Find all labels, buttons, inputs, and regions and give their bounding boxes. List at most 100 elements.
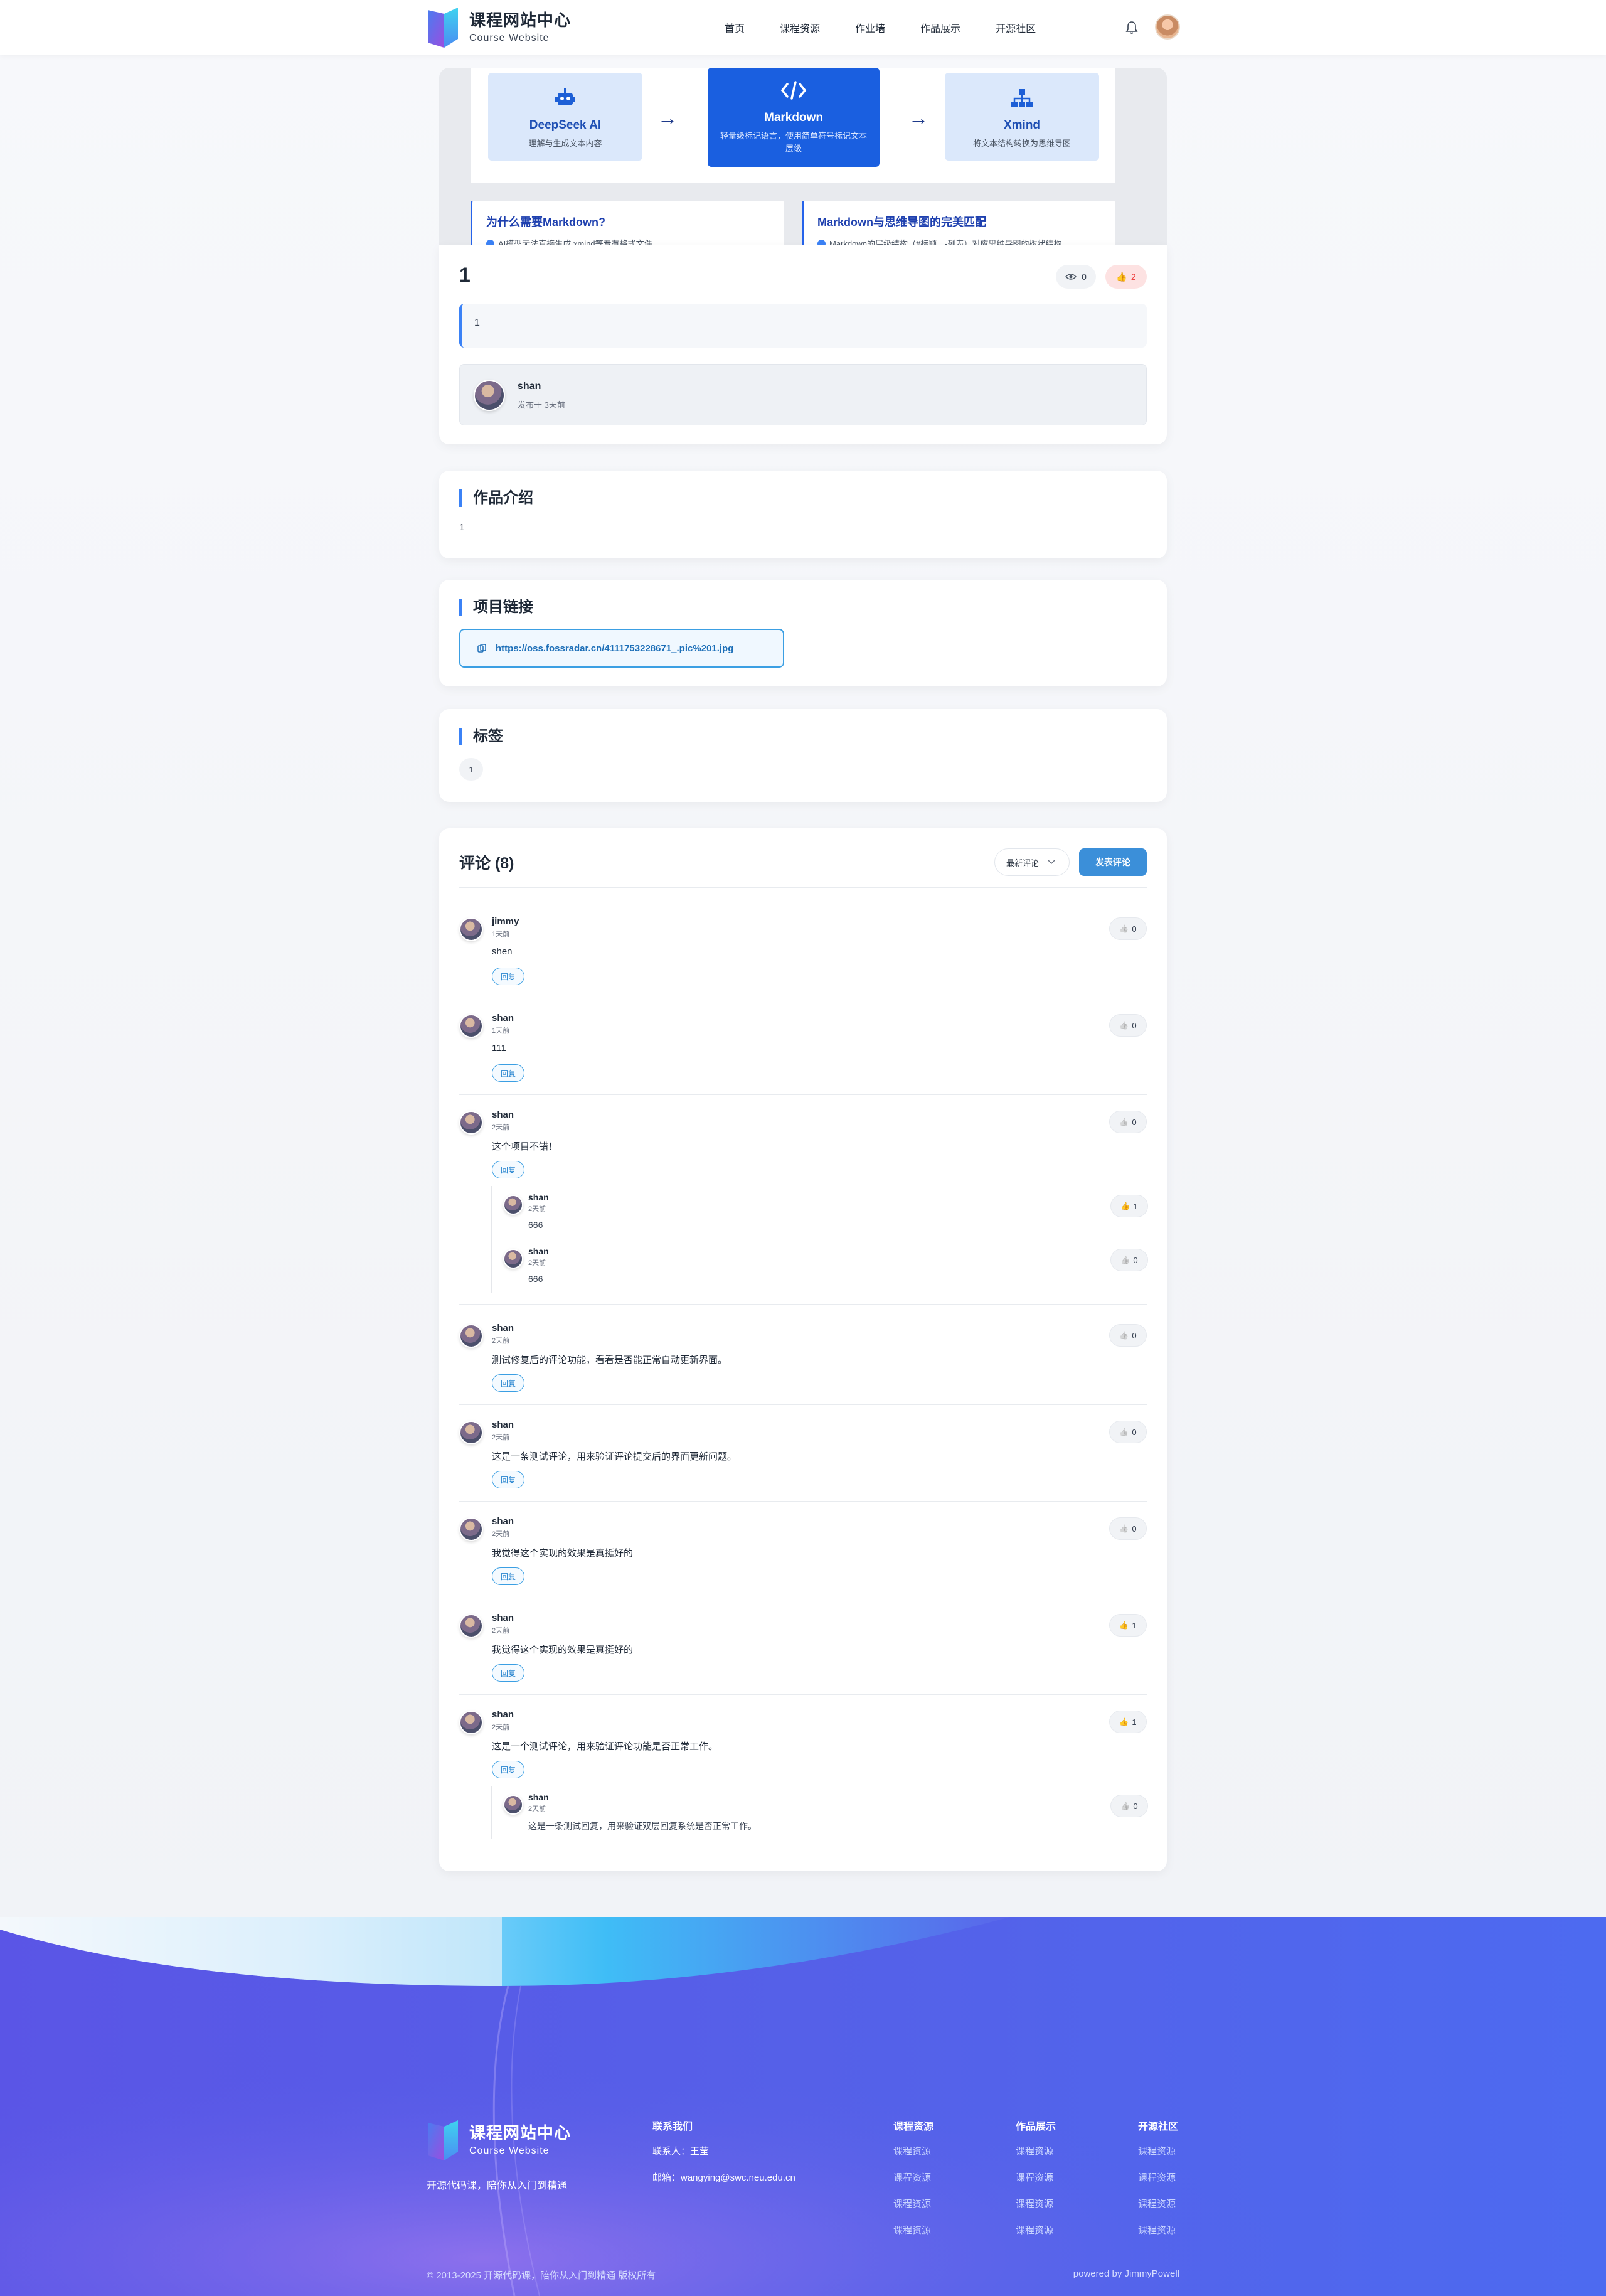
post-comment-button[interactable]: 发表评论	[1079, 848, 1147, 876]
intro-card: 作品介绍 1	[439, 471, 1167, 558]
replier-avatar[interactable]	[503, 1249, 523, 1269]
reply-button[interactable]: 回复	[492, 1064, 524, 1082]
commenter-avatar[interactable]	[459, 1014, 483, 1038]
footer-column-title: 作品展示	[1016, 2122, 1056, 2132]
footer-link[interactable]: 课程资源	[1016, 2144, 1053, 2157]
nav-home[interactable]: 首页	[725, 20, 745, 35]
comment-text: 测试修复后的评论功能，看看是否能正常自动更新界面。	[492, 1355, 728, 1365]
comment-like-button[interactable]: 👍 0	[1109, 917, 1147, 940]
robot-icon	[555, 88, 575, 105]
markdown-mindmap-card: Markdown与思维导图的完美匹配 Markdown的层级结构（#标题、-列表…	[802, 201, 1115, 245]
commenter-name[interactable]: shan	[492, 1323, 514, 1333]
commenter-name[interactable]: shan	[492, 1419, 514, 1430]
tags-card: 标签 1	[439, 709, 1167, 802]
comment-like-button[interactable]: 👍 1	[1109, 1614, 1147, 1637]
comment-like-button[interactable]: 👍 1	[1109, 1711, 1147, 1733]
thumbs-up-icon: 👍	[1119, 924, 1129, 933]
footer-link[interactable]: 课程资源	[1016, 2171, 1053, 2184]
like-button[interactable]: 👍 2	[1105, 265, 1147, 289]
commenter-avatar[interactable]	[459, 1421, 483, 1444]
eye-icon	[1065, 274, 1077, 280]
replier-name[interactable]: shan	[528, 1246, 549, 1256]
reply-button[interactable]: 回复	[492, 1471, 524, 1488]
reply-button[interactable]: 回复	[492, 1161, 524, 1178]
flow-box-xmind: Xmind 将文本结构转换为思维导图	[945, 73, 1099, 161]
footer-link[interactable]: 课程资源	[1138, 2197, 1176, 2210]
commenter-name[interactable]: jimmy	[492, 916, 519, 927]
reply-like-button[interactable]: 👍 0	[1110, 1795, 1148, 1817]
footer-link[interactable]: 课程资源	[893, 2171, 931, 2184]
copyright: © 2013-2025 开源代码课，陪你从入门到精通 版权所有	[427, 2270, 656, 2281]
replier-avatar[interactable]	[503, 1195, 523, 1215]
comment-like-button[interactable]: 👍 0	[1109, 1014, 1147, 1037]
author-avatar[interactable]	[474, 380, 505, 411]
replier-name[interactable]: shan	[528, 1792, 549, 1802]
replier-avatar[interactable]	[503, 1795, 523, 1815]
reply-like-count: 0	[1133, 1255, 1138, 1265]
site-logo[interactable]: 课程网站中心 Course Website	[427, 6, 571, 49]
reply-like-button[interactable]: 👍 1	[1110, 1195, 1148, 1217]
comment-text: 这是一条测试评论，用来验证评论提交后的界面更新问题。	[492, 1451, 737, 1462]
bell-icon[interactable]	[1125, 21, 1138, 35]
commenter-avatar[interactable]	[459, 1111, 483, 1135]
footer-logo-subtitle: Course Website	[469, 2145, 550, 2156]
author-name[interactable]: shan	[518, 381, 541, 392]
nav-open-source[interactable]: 开源社区	[996, 20, 1036, 35]
divider	[459, 1404, 1147, 1405]
nav-course-resources[interactable]: 课程资源	[780, 20, 820, 35]
nav-homework-wall[interactable]: 作业墙	[855, 20, 885, 35]
footer-link[interactable]: 课程资源	[1016, 2197, 1053, 2210]
footer-link[interactable]: 课程资源	[893, 2197, 931, 2210]
footer-link[interactable]: 课程资源	[1138, 2144, 1176, 2157]
nav-works-showcase[interactable]: 作品展示	[920, 20, 960, 35]
project-link[interactable]: https://oss.fossradar.cn/4111753228671_.…	[459, 629, 784, 668]
commenter-name[interactable]: shan	[492, 1613, 514, 1623]
thumbs-up-icon: 👍	[1119, 1524, 1129, 1533]
commenter-name[interactable]: shan	[492, 1013, 514, 1023]
reply-button[interactable]: 回复	[492, 968, 524, 985]
footer-link[interactable]: 课程资源	[893, 2223, 931, 2236]
footer-link[interactable]: 课程资源	[1138, 2171, 1176, 2184]
comment-like-button[interactable]: 👍 0	[1109, 1421, 1147, 1443]
reply-time: 2天前	[528, 1259, 546, 1267]
commenter-avatar[interactable]	[459, 1711, 483, 1734]
reply-thread: shan 2天前 666 👍 1 shan 2天前 666 👍 0	[491, 1186, 1148, 1293]
contact-email[interactable]: 邮箱：wangying@swc.neu.edu.cn	[652, 2171, 795, 2184]
arrow-right-icon: →	[657, 107, 678, 129]
commenter-avatar[interactable]	[459, 1614, 483, 1638]
user-avatar[interactable]	[1155, 14, 1180, 40]
footer-logo[interactable]: 课程网站中心 Course Website	[427, 2119, 571, 2162]
comment-text: shen	[492, 946, 513, 957]
sort-select[interactable]: 最新评论	[994, 848, 1070, 876]
commenter-name[interactable]: shan	[492, 1709, 514, 1720]
footer-link[interactable]: 课程资源	[1138, 2223, 1176, 2236]
link-icon	[477, 644, 486, 653]
thumbs-up-icon: 👍	[1120, 1256, 1130, 1264]
comment-like-count: 0	[1132, 924, 1137, 934]
work-cover-image: DeepSeek AI 理解与生成文本内容 → Markdown 轻量级标记语言…	[439, 68, 1167, 245]
commenter-avatar[interactable]	[459, 917, 483, 941]
comment-like-button[interactable]: 👍 0	[1109, 1111, 1147, 1133]
reply-button[interactable]: 回复	[492, 1567, 524, 1585]
reply-time: 2天前	[528, 1805, 546, 1813]
link-heading: 项目链接	[459, 599, 533, 616]
comment-time: 2天前	[492, 1124, 510, 1131]
why-point: AI模型无法直接生成.xmind等专有格式文件	[486, 237, 784, 245]
footer-link[interactable]: 课程资源	[893, 2144, 931, 2157]
comment-like-count: 0	[1132, 1427, 1137, 1437]
reply-button[interactable]: 回复	[492, 1761, 524, 1778]
sort-value: 最新评论	[1006, 858, 1040, 868]
footer-link[interactable]: 课程资源	[1016, 2223, 1053, 2236]
comment-like-count: 1	[1132, 1620, 1137, 1630]
commenter-name[interactable]: shan	[492, 1516, 514, 1527]
tag-chip[interactable]: 1	[459, 758, 483, 781]
comment-like-button[interactable]: 👍 0	[1109, 1324, 1147, 1347]
commenter-avatar[interactable]	[459, 1324, 483, 1348]
commenter-name[interactable]: shan	[492, 1109, 514, 1120]
replier-name[interactable]: shan	[528, 1192, 549, 1202]
commenter-avatar[interactable]	[459, 1517, 483, 1541]
comment-like-button[interactable]: 👍 0	[1109, 1517, 1147, 1540]
reply-button[interactable]: 回复	[492, 1374, 524, 1392]
reply-like-button[interactable]: 👍 0	[1110, 1249, 1148, 1271]
reply-button[interactable]: 回复	[492, 1664, 524, 1682]
